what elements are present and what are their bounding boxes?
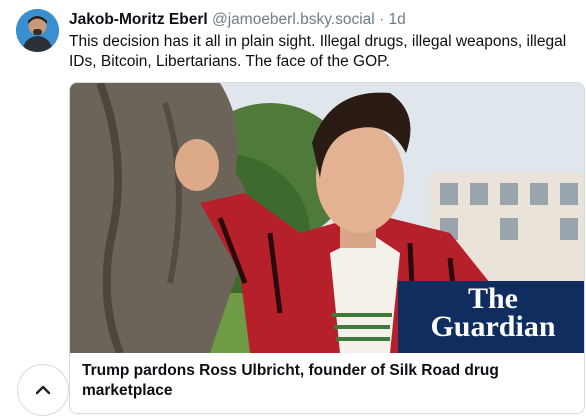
guardian-logo: The Guardian: [408, 282, 578, 343]
link-card[interactable]: The Guardian Trump pardons Ross Ulbricht…: [69, 82, 585, 414]
guardian-logo-line2: Guardian: [430, 310, 556, 343]
card-title[interactable]: Trump pardons Ross Ulbricht, founder of …: [82, 361, 552, 401]
separator-dot: ·: [379, 11, 385, 28]
author-handle[interactable]: @jamoeberl.bsky.social: [212, 11, 375, 28]
post-text: This decision has it all in plain sight.…: [69, 33, 567, 70]
post-header: Jakob-Moritz Eberl @jamoeberl.bsky.socia…: [69, 10, 406, 30]
chevron-up-icon: [35, 385, 51, 395]
guardian-logo-line1: The: [467, 282, 518, 315]
scroll-to-top-button[interactable]: [17, 364, 69, 416]
avatar[interactable]: [16, 9, 59, 52]
post-timestamp[interactable]: 1d: [389, 11, 406, 28]
author-name[interactable]: Jakob-Moritz Eberl: [69, 11, 208, 28]
avatar-image: [16, 9, 59, 52]
